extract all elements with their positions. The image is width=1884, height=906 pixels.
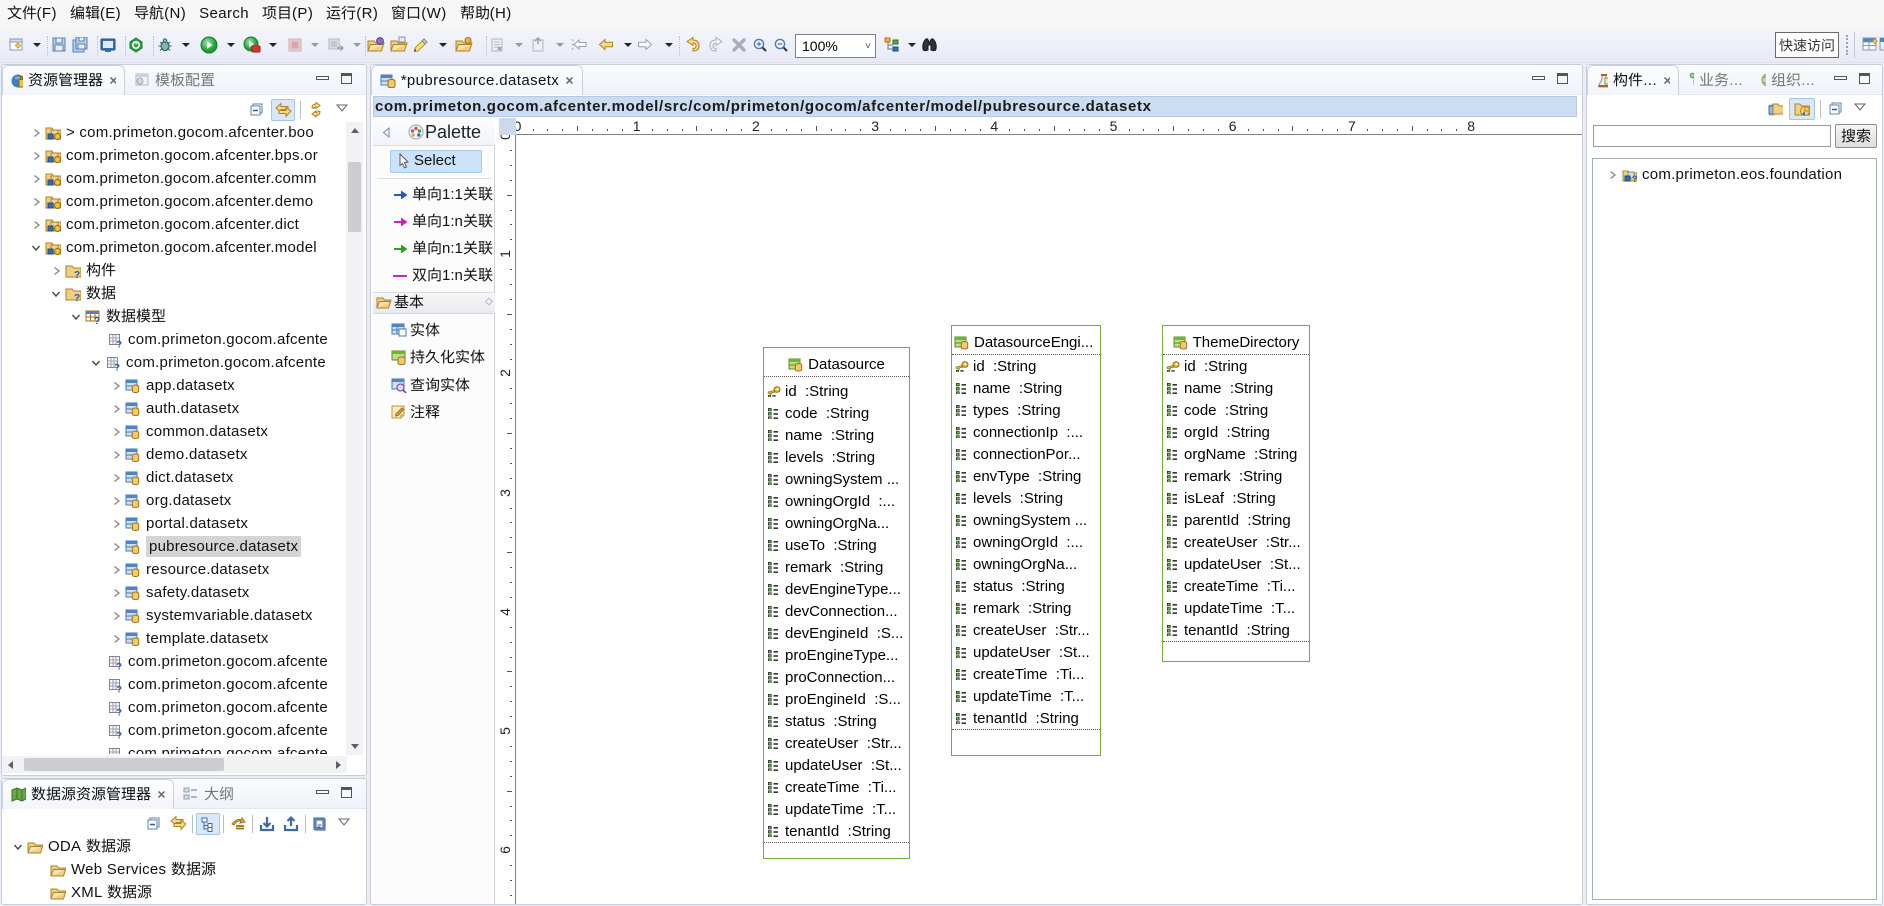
- svg-text:?: ?: [115, 362, 121, 371]
- svg-text:?: ?: [74, 270, 80, 279]
- svg-text:?: ?: [117, 684, 123, 693]
- svg-text:?: ?: [117, 339, 123, 348]
- svg-text:?: ?: [117, 707, 123, 716]
- svg-text:?: ?: [74, 293, 80, 302]
- svg-text:?: ?: [94, 316, 100, 325]
- svg-text:?: ?: [1632, 174, 1637, 183]
- svg-text:?: ?: [117, 730, 123, 739]
- svg-text:?: ?: [117, 753, 123, 754]
- svg-text:?: ?: [117, 661, 123, 670]
